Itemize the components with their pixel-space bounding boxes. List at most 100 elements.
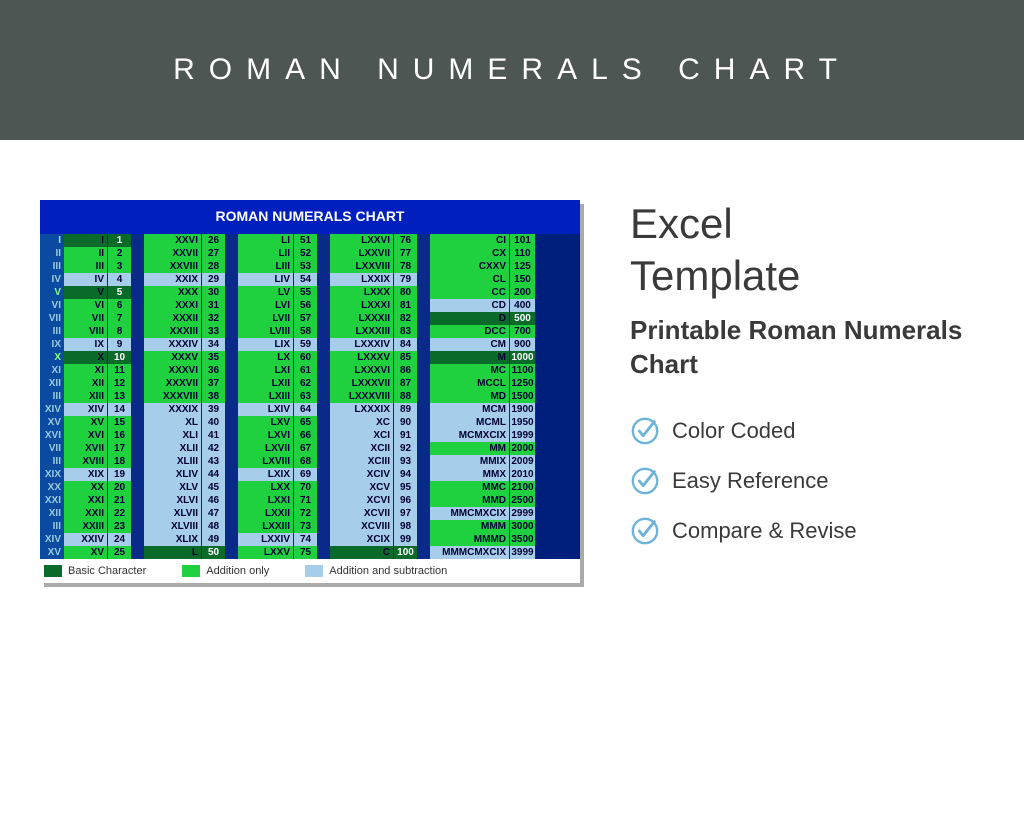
number-cell: 2 bbox=[108, 247, 132, 260]
legend-sub: Addition and subtraction bbox=[305, 565, 447, 577]
number-cell: 79 bbox=[394, 273, 418, 286]
roman-cell: LXXVIII bbox=[330, 260, 394, 273]
row-index: IV bbox=[40, 273, 64, 286]
row-index: III bbox=[40, 260, 64, 273]
number-cell: 25 bbox=[108, 546, 132, 559]
roman-cell: XXVII bbox=[144, 247, 202, 260]
number-cell: 74 bbox=[294, 533, 318, 546]
info-panel: Excel Template Printable Roman Numerals … bbox=[620, 200, 984, 583]
roman-cell: XXXIII bbox=[144, 325, 202, 338]
chart-container: ROMAN NUMERALS CHART II1XXVI26LI51LXXVI7… bbox=[40, 200, 580, 583]
row-index: III bbox=[40, 390, 64, 403]
roman-cell: XIV bbox=[64, 403, 108, 416]
roman-cell: XXVIII bbox=[144, 260, 202, 273]
number-cell: 33 bbox=[202, 325, 226, 338]
roman-cell: LXXXIX bbox=[330, 403, 394, 416]
roman-cell: V bbox=[64, 286, 108, 299]
number-cell: 90 bbox=[394, 416, 418, 429]
number-cell: 29 bbox=[202, 273, 226, 286]
roman-cell: LVI bbox=[238, 299, 294, 312]
roman-cell: CL bbox=[430, 273, 510, 286]
chart-panel: ROMAN NUMERALS CHART II1XXVI26LI51LXXVI7… bbox=[40, 200, 580, 583]
number-cell: 68 bbox=[294, 455, 318, 468]
number-cell: 62 bbox=[294, 377, 318, 390]
number-cell: 4 bbox=[108, 273, 132, 286]
number-cell: 2500 bbox=[510, 494, 536, 507]
roman-cell: XXXVII bbox=[144, 377, 202, 390]
roman-cell: XCVI bbox=[330, 494, 394, 507]
row-index: VI bbox=[40, 299, 64, 312]
roman-cell: XX bbox=[64, 481, 108, 494]
number-cell: 45 bbox=[202, 481, 226, 494]
number-cell: 52 bbox=[294, 247, 318, 260]
chart-title: ROMAN NUMERALS CHART bbox=[40, 200, 580, 234]
roman-cell: M bbox=[430, 351, 510, 364]
legend: Basic Character Addition only Addition a… bbox=[40, 559, 580, 583]
roman-cell: I bbox=[64, 234, 108, 247]
roman-cell: XXXI bbox=[144, 299, 202, 312]
roman-cell: XC bbox=[330, 416, 394, 429]
roman-cell: LXVIII bbox=[238, 455, 294, 468]
roman-cell: XXIX bbox=[144, 273, 202, 286]
roman-cell: LXXXIV bbox=[330, 338, 394, 351]
roman-cell: MD bbox=[430, 390, 510, 403]
row-index: III bbox=[40, 325, 64, 338]
roman-cell: XI bbox=[64, 364, 108, 377]
number-cell: 59 bbox=[294, 338, 318, 351]
legend-basic: Basic Character bbox=[44, 565, 146, 577]
number-cell: 76 bbox=[394, 234, 418, 247]
number-cell: 12 bbox=[108, 377, 132, 390]
swatch-basic bbox=[44, 565, 62, 577]
number-cell: 21 bbox=[108, 494, 132, 507]
row-index: XVI bbox=[40, 429, 64, 442]
number-cell: 48 bbox=[202, 520, 226, 533]
number-cell: 24 bbox=[108, 533, 132, 546]
roman-cell: LXXVI bbox=[330, 234, 394, 247]
number-cell: 95 bbox=[394, 481, 418, 494]
feature-list: Color CodedEasy ReferenceCompare & Revis… bbox=[630, 416, 984, 546]
subtitle: Printable Roman Numerals Chart bbox=[630, 314, 984, 382]
roman-cell: LXXXVII bbox=[330, 377, 394, 390]
roman-cell: XLV bbox=[144, 481, 202, 494]
number-cell: 700 bbox=[510, 325, 536, 338]
page-banner: ROMAN NUMERALS CHART bbox=[0, 0, 1024, 140]
roman-cell: XLIX bbox=[144, 533, 202, 546]
roman-cell: XXIV bbox=[64, 533, 108, 546]
number-cell: 56 bbox=[294, 299, 318, 312]
roman-cell: XCI bbox=[330, 429, 394, 442]
legend-sub-label: Addition and subtraction bbox=[329, 565, 447, 577]
roman-cell: LXXIX bbox=[330, 273, 394, 286]
roman-cell: LXX bbox=[238, 481, 294, 494]
number-cell: 1000 bbox=[510, 351, 536, 364]
roman-cell: LXXXII bbox=[330, 312, 394, 325]
roman-cell: MCCL bbox=[430, 377, 510, 390]
roman-cell: XXX bbox=[144, 286, 202, 299]
number-cell: 1950 bbox=[510, 416, 536, 429]
swatch-add bbox=[182, 565, 200, 577]
roman-cell: XXIII bbox=[64, 520, 108, 533]
row-index: XII bbox=[40, 507, 64, 520]
roman-cell: XVIII bbox=[64, 455, 108, 468]
number-cell: 6 bbox=[108, 299, 132, 312]
heading-line2: Template bbox=[630, 252, 984, 300]
number-cell: 77 bbox=[394, 247, 418, 260]
number-cell: 1 bbox=[108, 234, 132, 247]
check-icon bbox=[630, 466, 660, 496]
number-cell: 35 bbox=[202, 351, 226, 364]
row-index: XIV bbox=[40, 533, 64, 546]
roman-cell: CC bbox=[430, 286, 510, 299]
roman-cell: LXV bbox=[238, 416, 294, 429]
roman-cell: L bbox=[144, 546, 202, 559]
roman-cell: LVIII bbox=[238, 325, 294, 338]
number-cell: 67 bbox=[294, 442, 318, 455]
check-icon bbox=[630, 416, 660, 446]
roman-cell: XV bbox=[64, 546, 108, 559]
roman-cell: MCM bbox=[430, 403, 510, 416]
roman-cell: LXXI bbox=[238, 494, 294, 507]
feature-label: Easy Reference bbox=[672, 468, 829, 494]
feature-label: Color Coded bbox=[672, 418, 796, 444]
number-cell: 150 bbox=[510, 273, 536, 286]
roman-cell: XCII bbox=[330, 442, 394, 455]
roman-cell: XVII bbox=[64, 442, 108, 455]
row-index: XIV bbox=[40, 403, 64, 416]
